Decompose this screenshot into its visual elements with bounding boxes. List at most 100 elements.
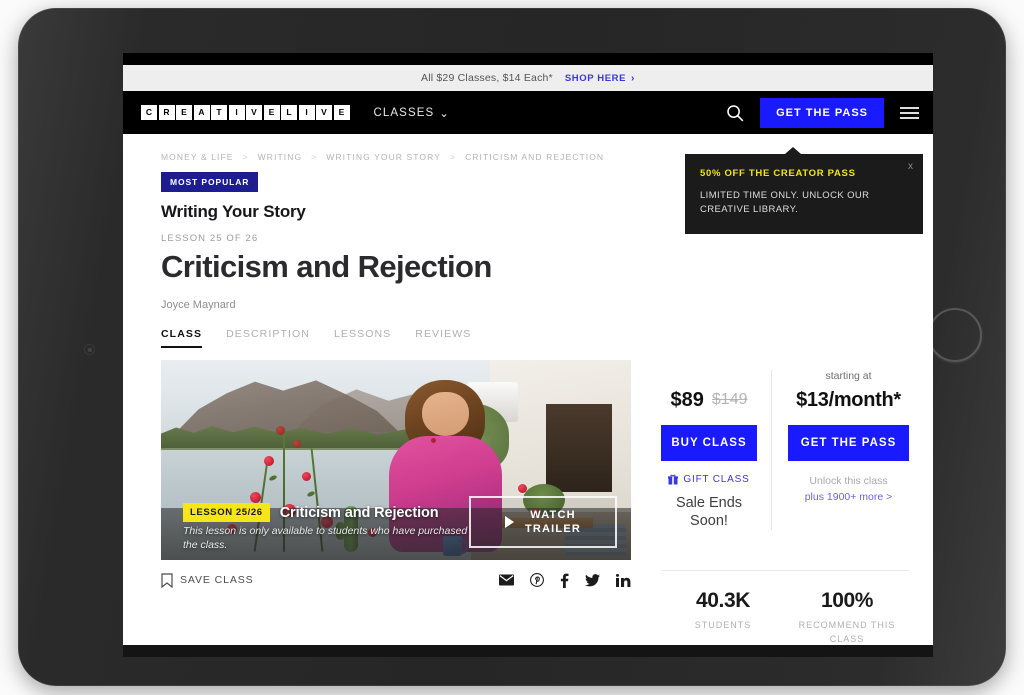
logo-letter-11: E <box>334 105 350 120</box>
site-nav-bar: CREATIVELIVE CLASSES ⌄ GET THE PASS <box>123 91 933 134</box>
shop-here-label: SHOP HERE <box>565 73 626 84</box>
buy-class-button[interactable]: BUY CLASS <box>661 425 757 461</box>
bookmark-icon <box>161 573 173 588</box>
promo-headline: 50% OFF THE CREATOR PASS <box>700 168 908 179</box>
search-icon[interactable] <box>726 104 744 122</box>
monthly-price: $13/month* <box>796 389 901 412</box>
left-column: LESSON 25/26 Criticism and Rejection Thi… <box>161 360 631 646</box>
popover-notch <box>785 147 801 154</box>
buy-class-panel: $89 $149 BUY CLASS <box>661 370 771 530</box>
logo-letter-3: A <box>194 105 210 120</box>
logo-letter-5: I <box>229 105 245 120</box>
nav-get-the-pass-button[interactable]: GET THE PASS <box>760 98 884 128</box>
pinterest-icon[interactable] <box>530 573 544 587</box>
price-row: $89 $149 <box>661 384 757 416</box>
instructor-name: Joyce Maynard <box>161 299 895 311</box>
pricing-block: $89 $149 BUY CLASS <box>661 370 909 530</box>
original-price: $149 <box>712 391 748 409</box>
play-icon <box>505 516 514 528</box>
home-button[interactable] <box>928 308 982 362</box>
breadcrumb-separator: > <box>450 152 456 162</box>
logo-letter-1: R <box>159 105 175 120</box>
share-icon-group <box>499 573 631 588</box>
top-black-strip <box>123 53 933 65</box>
breadcrumb-item-1[interactable]: WRITING <box>258 152 303 162</box>
nav-right-group: GET THE PASS <box>726 98 919 128</box>
nav-classes-label: CLASSES <box>374 107 435 119</box>
creativelive-logo[interactable]: CREATIVELIVE <box>141 105 350 120</box>
tab-lessons[interactable]: LESSONS <box>334 328 391 348</box>
logo-letter-7: E <box>264 105 280 120</box>
plus-more-link[interactable]: plus 1900+ more > <box>805 491 893 503</box>
stats-divider <box>661 570 909 571</box>
lesson-number-badge: LESSON 25/26 <box>183 503 270 522</box>
logo-letter-4: T <box>211 105 227 120</box>
most-popular-badge: MOST POPULAR <box>161 172 258 192</box>
browser-viewport: All $29 Classes, $14 Each* SHOP HERE › C… <box>123 53 933 657</box>
breadcrumb-item-0[interactable]: MONEY & LIFE <box>161 152 234 162</box>
sale-ends-text: Sale Ends Soon! <box>661 494 757 530</box>
lower-columns: LESSON 25/26 Criticism and Rejection Thi… <box>161 360 895 646</box>
stat-value-1: 100% <box>785 589 909 613</box>
get-the-pass-button[interactable]: GET THE PASS <box>788 425 909 461</box>
email-icon[interactable] <box>499 574 514 586</box>
hamburger-icon[interactable] <box>900 107 919 119</box>
facebook-icon[interactable] <box>560 573 569 588</box>
stat-label-1: RECOMMEND THIS CLASS <box>785 619 909 646</box>
twitter-icon[interactable] <box>585 574 600 587</box>
logo-letter-10: V <box>316 105 332 120</box>
video-overlay-row: LESSON 25/26 Criticism and Rejection <box>183 503 439 522</box>
breadcrumb-separator: > <box>243 152 249 162</box>
tab-class[interactable]: CLASS <box>161 328 202 348</box>
tablet-device-frame: All $29 Classes, $14 Each* SHOP HERE › C… <box>18 8 1006 686</box>
breadcrumb-separator: > <box>311 152 317 162</box>
watch-trailer-button[interactable]: WATCH TRAILER <box>469 496 617 548</box>
creator-pass-promo-popover: x 50% OFF THE CREATOR PASS LIMITED TIME … <box>685 154 923 234</box>
unlock-note-line1: Unlock this class <box>809 475 887 487</box>
shop-here-link[interactable]: SHOP HERE › <box>565 73 635 84</box>
starting-at-label: starting at <box>788 370 909 384</box>
right-column: $89 $149 BUY CLASS <box>661 360 909 646</box>
linkedin-icon[interactable] <box>616 574 631 587</box>
logo-letter-2: E <box>176 105 192 120</box>
breadcrumb-item-3: CRITICISM AND REJECTION <box>465 152 604 162</box>
tab-reviews[interactable]: REVIEWS <box>415 328 471 348</box>
video-player-card[interactable]: LESSON 25/26 Criticism and Rejection Thi… <box>161 360 631 560</box>
lesson-counter: LESSON 25 OF 26 <box>161 233 895 244</box>
current-price: $89 <box>671 389 704 412</box>
unlock-note: Unlock this class plus 1900+ more > <box>788 474 909 506</box>
site-promo-bar: All $29 Classes, $14 Each* SHOP HERE › <box>123 65 933 91</box>
content-tabs: CLASS DESCRIPTION LESSONS REVIEWS <box>161 328 895 348</box>
watch-trailer-label: WATCH TRAILER <box>525 508 581 537</box>
nav-classes-menu[interactable]: CLASSES ⌄ <box>374 106 451 120</box>
monthly-price-row: $13/month* <box>788 384 909 416</box>
gift-class-link[interactable]: GIFT CLASS <box>661 474 757 485</box>
stat-value-0: 40.3K <box>661 589 785 613</box>
logo-letter-0: C <box>141 105 157 120</box>
gift-class-label: GIFT CLASS <box>683 474 749 485</box>
promo-body: LIMITED TIME ONLY. UNLOCK OUR CREATIVE L… <box>700 189 880 218</box>
logo-letter-6: V <box>246 105 262 120</box>
tab-description[interactable]: DESCRIPTION <box>226 328 310 348</box>
breadcrumb-item-2[interactable]: WRITING YOUR STORY <box>326 152 441 162</box>
video-overlay-title: Criticism and Rejection <box>280 505 439 521</box>
class-stats: 40.3K STUDENTS100% RECOMMEND THIS CLASS <box>661 589 909 646</box>
chevron-right-icon: › <box>631 73 635 84</box>
under-video-bar: SAVE CLASS <box>161 560 631 600</box>
front-camera-icon <box>84 344 95 355</box>
save-class-button[interactable]: SAVE CLASS <box>161 573 254 588</box>
stat-label-0: STUDENTS <box>661 619 785 633</box>
logo-letter-8: L <box>281 105 297 120</box>
bottom-black-strip <box>123 645 933 657</box>
gift-icon <box>668 474 678 485</box>
promo-bar-text: All $29 Classes, $14 Each* <box>421 72 553 84</box>
get-pass-panel: starting at $13/month* GET THE PASS Unlo… <box>771 370 909 530</box>
stat-1: 100% RECOMMEND THIS CLASS <box>785 589 909 646</box>
stat-0: 40.3K STUDENTS <box>661 589 785 646</box>
page-title: Criticism and Rejection <box>161 249 895 285</box>
close-icon[interactable]: x <box>908 161 913 172</box>
save-class-label: SAVE CLASS <box>180 574 254 586</box>
logo-letter-9: I <box>299 105 315 120</box>
chevron-down-icon: ⌄ <box>439 106 450 120</box>
video-locked-note: This lesson is only available to student… <box>183 524 483 552</box>
